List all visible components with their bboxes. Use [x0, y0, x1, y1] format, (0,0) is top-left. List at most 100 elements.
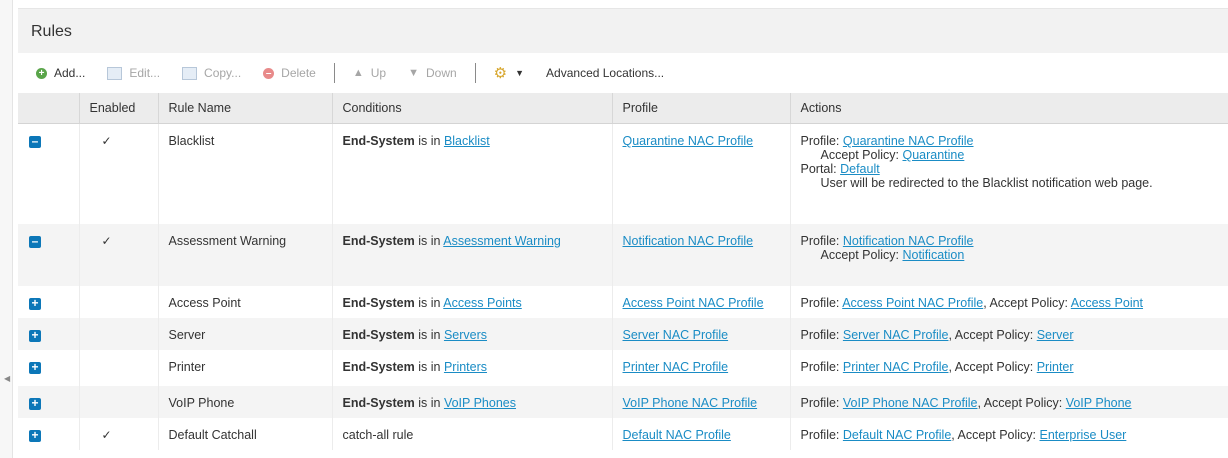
edit-icon: [107, 66, 123, 80]
action-profile-link[interactable]: Notification NAC Profile: [843, 234, 974, 248]
copy-icon: [182, 66, 198, 80]
action-profile-link[interactable]: Quarantine NAC Profile: [843, 134, 974, 148]
arrow-up-icon: ▲: [352, 67, 364, 79]
up-button[interactable]: ▲ Up: [353, 66, 386, 80]
delete-label: Delete: [281, 66, 316, 80]
end-system-label: End-System: [342, 134, 415, 148]
portal-link[interactable]: Default: [840, 162, 880, 176]
is-in-text: is in: [414, 233, 444, 248]
end-system-label: End-System: [342, 359, 415, 374]
condition-cell: catch-all rule: [332, 417, 613, 450]
is-in-text: is in: [414, 395, 444, 410]
enabled-check: ✓: [79, 223, 159, 286]
enabled-check: [79, 349, 159, 386]
profile-prefix: Profile:: [800, 395, 843, 410]
profile-link[interactable]: Quarantine NAC Profile: [623, 134, 754, 148]
edit-label: Edit...: [129, 66, 161, 80]
expand-row-icon[interactable]: +: [29, 429, 41, 442]
accept-policy-prefix: , Accept Policy:: [948, 327, 1037, 342]
edit-button[interactable]: Edit...: [107, 66, 160, 80]
conditions-column-header[interactable]: Conditions: [332, 93, 613, 124]
profile-cell: VoIP Phone NAC Profile: [612, 385, 791, 418]
profile-link[interactable]: Access Point NAC Profile: [623, 296, 764, 310]
add-label: Add...: [54, 66, 86, 80]
group-link[interactable]: Servers: [444, 328, 487, 342]
group-link[interactable]: Assessment Warning: [443, 234, 561, 248]
condition-cell: End-System is in Servers: [332, 317, 613, 350]
accept-policy-link[interactable]: Enterprise User: [1040, 428, 1127, 442]
expand-row-icon[interactable]: +: [29, 397, 41, 410]
profile-prefix: Profile:: [800, 295, 843, 310]
condition-cell: End-System is in Assessment Warning: [332, 223, 613, 286]
copy-label: Copy...: [204, 66, 242, 80]
accept-policy-link[interactable]: Quarantine: [902, 148, 964, 162]
toolbar: + Add... Edit... Copy... – Delete ▲ Up ▼…: [18, 53, 1228, 93]
chevron-down-icon: ▼: [515, 68, 525, 78]
collapse-row-icon[interactable]: –: [29, 235, 41, 248]
action-profile-link[interactable]: Server NAC Profile: [843, 328, 949, 342]
profile-cell: Access Point NAC Profile: [612, 285, 791, 318]
enabled-check: ✓: [79, 123, 159, 224]
profile-link[interactable]: Default NAC Profile: [623, 428, 731, 442]
accept-policy-link[interactable]: VoIP Phone: [1066, 396, 1132, 410]
actions-cell: Profile: Printer NAC Profile, Accept Pol…: [790, 350, 1228, 386]
group-link[interactable]: Access Points: [443, 296, 522, 310]
rule-name: VoIP Phone: [158, 385, 333, 418]
action-profile-link[interactable]: Default NAC Profile: [843, 428, 951, 442]
accept-policy-prefix: Accept Policy:: [820, 148, 903, 162]
rule-name-column-header[interactable]: Rule Name: [158, 93, 333, 124]
table-header-row: Enabled Rule Name Conditions Profile Act…: [18, 93, 1228, 124]
expand-row-icon[interactable]: +: [29, 361, 41, 374]
advanced-locations-button[interactable]: Advanced Locations...: [546, 66, 664, 80]
rule-name: Access Point: [158, 285, 333, 318]
table-row[interactable]: + ✓ Default Catchall catch-all rule Defa…: [18, 417, 1228, 450]
copy-button[interactable]: Copy...: [182, 66, 241, 80]
expand-row-icon[interactable]: +: [29, 329, 41, 342]
condition-cell: End-System is in Blacklist: [332, 123, 613, 224]
group-link[interactable]: Printers: [444, 360, 487, 374]
table-row[interactable]: – ✓ Blacklist End-System is in Blacklist…: [18, 123, 1228, 224]
expand-row-icon[interactable]: +: [29, 297, 41, 310]
advanced-locations-label: Advanced Locations...: [546, 66, 665, 80]
accept-policy-link[interactable]: Notification: [902, 248, 964, 262]
profile-prefix: Profile:: [800, 134, 843, 148]
accept-policy-prefix: Accept Policy:: [820, 247, 903, 262]
actions-column-header[interactable]: Actions: [790, 93, 1228, 124]
end-system-label: End-System: [342, 395, 415, 410]
table-row[interactable]: + VoIP Phone End-System is in VoIP Phone…: [18, 385, 1228, 418]
table-row[interactable]: + Printer End-System is in Printers Prin…: [18, 349, 1228, 386]
enabled-check: [79, 317, 159, 350]
accept-policy-link[interactable]: Server: [1037, 328, 1074, 342]
collapse-arrow-icon[interactable]: ◀: [4, 374, 10, 383]
accept-policy-link[interactable]: Printer: [1037, 360, 1074, 374]
accept-policy-link[interactable]: Access Point: [1071, 296, 1143, 310]
group-link[interactable]: VoIP Phones: [444, 396, 516, 410]
group-link[interactable]: Blacklist: [444, 134, 490, 148]
accept-policy-prefix: , Accept Policy:: [948, 359, 1037, 374]
down-button[interactable]: ▼ Down: [408, 66, 457, 80]
profile-column-header[interactable]: Profile: [612, 93, 791, 124]
is-in-text: is in: [414, 327, 444, 342]
profile-link[interactable]: VoIP Phone NAC Profile: [623, 396, 758, 410]
table-row[interactable]: + Server End-System is in Servers Server…: [18, 317, 1228, 350]
delete-button[interactable]: – Delete: [263, 66, 316, 80]
settings-menu-button[interactable]: ⚙ ▼: [494, 64, 524, 82]
add-icon: +: [36, 67, 47, 79]
rule-name: Assessment Warning: [158, 223, 333, 286]
end-system-label: End-System: [342, 327, 415, 342]
panel-title: Rules: [18, 8, 1228, 53]
table-row[interactable]: + Access Point End-System is in Access P…: [18, 285, 1228, 318]
left-collapse-strip[interactable]: ◀: [0, 0, 13, 458]
collapse-row-icon[interactable]: –: [29, 135, 41, 148]
enabled-column-header[interactable]: Enabled: [79, 93, 159, 124]
table-row[interactable]: – ✓ Assessment Warning End-System is in …: [18, 223, 1228, 286]
action-profile-link[interactable]: Access Point NAC Profile: [842, 296, 983, 310]
enabled-check: [79, 385, 159, 418]
action-profile-link[interactable]: Printer NAC Profile: [843, 360, 949, 374]
add-button[interactable]: + Add...: [36, 66, 85, 80]
profile-link[interactable]: Notification NAC Profile: [623, 234, 754, 248]
action-profile-link[interactable]: VoIP Phone NAC Profile: [843, 396, 978, 410]
toolbar-divider: [333, 63, 335, 83]
profile-link[interactable]: Printer NAC Profile: [623, 360, 729, 374]
profile-link[interactable]: Server NAC Profile: [623, 328, 729, 342]
